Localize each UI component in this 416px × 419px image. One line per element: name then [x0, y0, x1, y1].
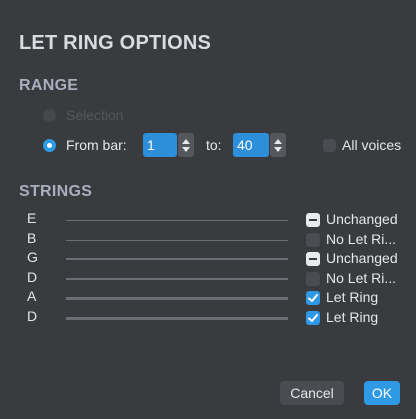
string-name: G [27, 249, 38, 265]
string-line [66, 220, 288, 221]
ok-button[interactable]: OK [364, 381, 400, 405]
let-ring-state-label: No Let Ri... [326, 270, 397, 286]
string-row: E Unchanged [0, 210, 416, 230]
let-ring-state-label: Unchanged [326, 250, 398, 266]
string-line [66, 278, 288, 280]
string-row: B No Let Ri... [0, 230, 416, 250]
from-bar-label: From bar: [66, 137, 127, 153]
all-voices-label: All voices [342, 137, 402, 153]
let-ring-state-label: No Let Ri... [326, 231, 397, 247]
to-bar-stepper[interactable] [270, 133, 286, 157]
let-ring-state-label: Let Ring [326, 309, 379, 325]
let-ring-checkbox[interactable] [306, 252, 320, 266]
to-label: to: [206, 137, 222, 153]
let-ring-state-label: Let Ring [326, 289, 379, 305]
string-line [66, 297, 288, 300]
string-name: A [27, 288, 37, 304]
stepper-up-icon[interactable] [274, 138, 282, 144]
checkmark-icon [308, 294, 318, 302]
stepper-down-icon[interactable] [274, 146, 282, 152]
let-ring-state-label: Unchanged [326, 211, 398, 227]
string-line [66, 258, 288, 260]
from-bar-input[interactable]: 1 [143, 133, 177, 157]
let-ring-checkbox[interactable] [306, 213, 320, 227]
string-name: D [27, 308, 38, 324]
from-bar-stepper[interactable] [178, 133, 194, 157]
let-ring-checkbox[interactable] [306, 272, 320, 286]
string-name: B [27, 230, 37, 246]
strings-heading: STRINGS [19, 183, 93, 200]
from-bar-radio[interactable] [43, 139, 56, 152]
checkmark-icon [308, 314, 318, 322]
string-line [66, 317, 288, 320]
selection-radio[interactable] [43, 109, 56, 122]
selection-label: Selection [66, 107, 124, 123]
dialog-title: LET RING OPTIONS [19, 32, 212, 54]
stepper-down-icon[interactable] [182, 146, 190, 152]
string-name: D [27, 269, 38, 285]
string-line [66, 240, 288, 241]
cancel-button[interactable]: Cancel [280, 381, 344, 405]
let-ring-checkbox[interactable] [306, 291, 320, 305]
all-voices-checkbox[interactable] [323, 139, 336, 152]
string-row: D Let Ring [0, 308, 416, 328]
to-bar-input[interactable]: 40 [233, 133, 269, 157]
let-ring-checkbox[interactable] [306, 233, 320, 247]
let-ring-checkbox[interactable] [306, 311, 320, 325]
string-row: A Let Ring [0, 288, 416, 308]
stepper-up-icon[interactable] [182, 138, 190, 144]
let-ring-options-dialog: LET RING OPTIONS RANGE Selection From ba… [0, 0, 416, 419]
string-row: G Unchanged [0, 249, 416, 269]
string-row: D No Let Ri... [0, 269, 416, 289]
string-name: E [27, 210, 37, 226]
range-heading: RANGE [19, 77, 79, 94]
